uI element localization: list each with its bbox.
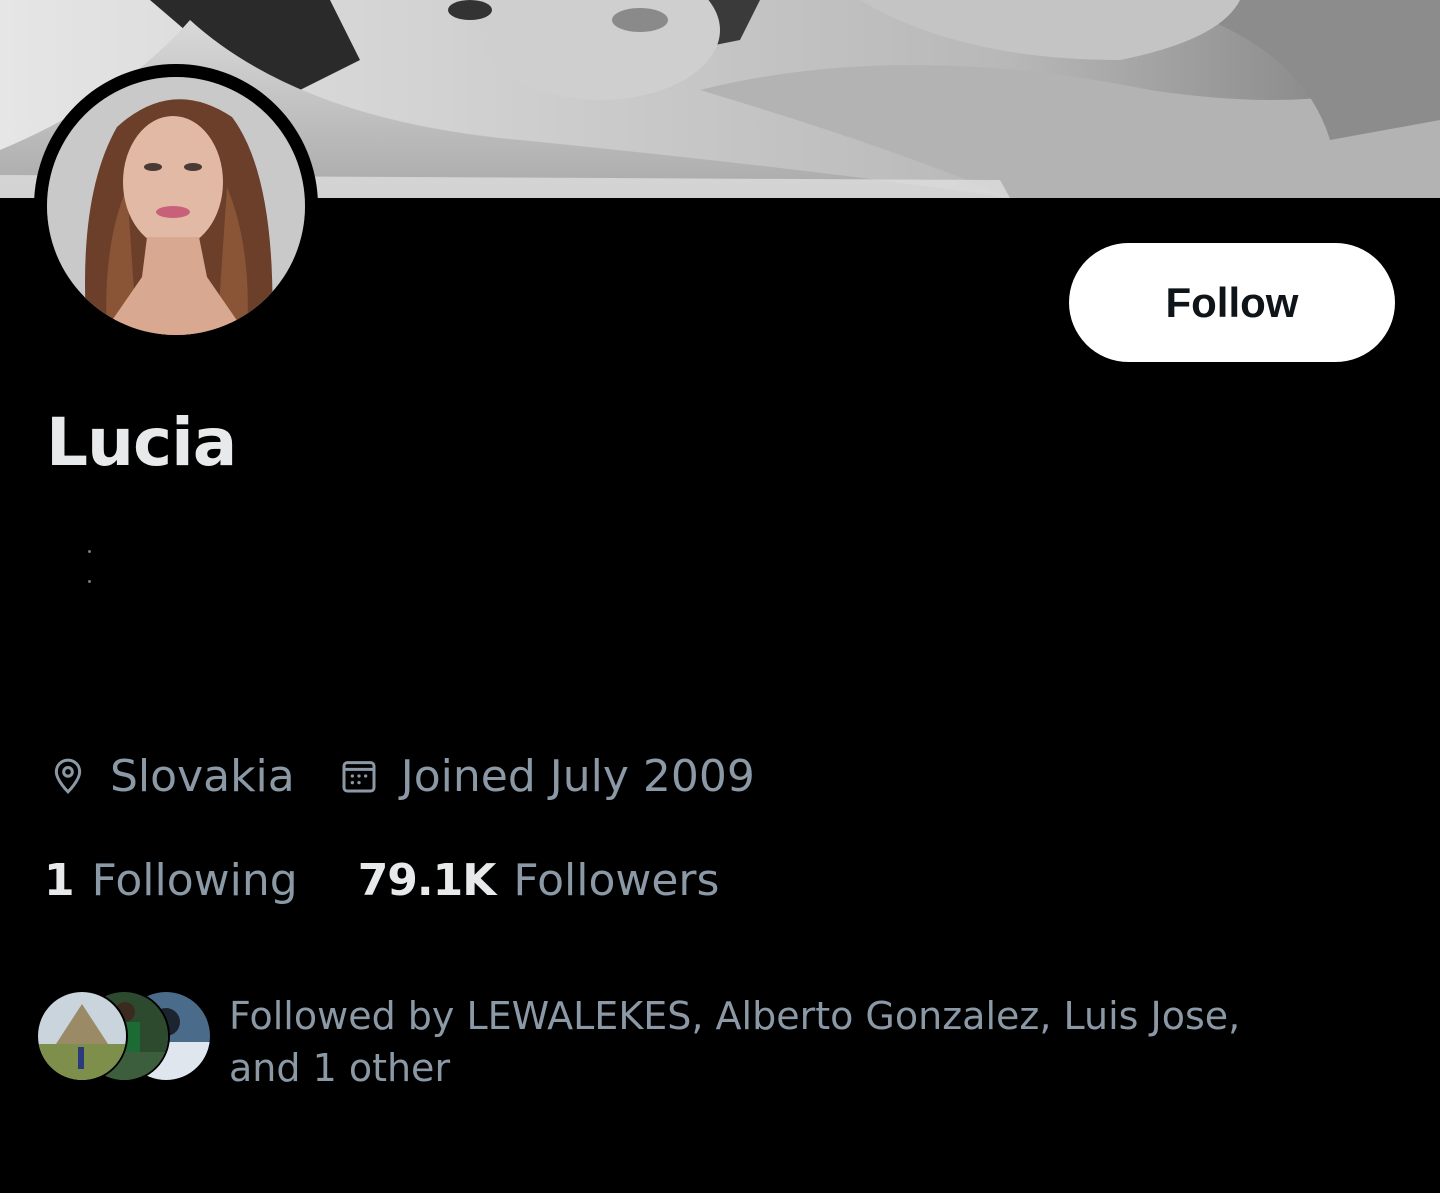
location-item: Slovakia xyxy=(48,751,295,802)
followed-by-text: Followed by LEWALEKES, Alberto Gonzalez,… xyxy=(229,994,1241,1090)
profile-stats: 1 Following 79.1K Followers xyxy=(44,852,719,908)
following-count: 1 xyxy=(44,854,75,906)
following-link[interactable]: 1 Following xyxy=(44,855,298,906)
followers-link[interactable]: 79.1K Followers xyxy=(358,855,720,906)
follow-button[interactable]: Follow xyxy=(1069,243,1395,362)
following-label: Following xyxy=(91,854,298,906)
location-pin-icon xyxy=(48,756,88,796)
location-text: Slovakia xyxy=(110,750,295,802)
profile-avatar-ring[interactable] xyxy=(34,64,318,348)
display-name: Lucia xyxy=(46,404,237,481)
profile-avatar[interactable] xyxy=(47,77,305,335)
joined-item: Joined July 2009 xyxy=(339,751,755,802)
bio-area xyxy=(88,550,92,586)
followers-you-know[interactable]: Followed by LEWALEKES, Alberto Gonzalez,… xyxy=(36,990,1336,1094)
avatar-photo xyxy=(47,77,305,335)
mutual-followers-avatars xyxy=(36,990,212,1082)
profile-meta: Slovakia Joined July 2009 xyxy=(48,748,755,804)
followers-count: 79.1K xyxy=(357,854,497,906)
followers-label: Followers xyxy=(513,854,720,906)
mutual-avatar-1 xyxy=(36,990,128,1082)
joined-text: Joined July 2009 xyxy=(400,750,755,802)
calendar-icon xyxy=(339,756,379,796)
